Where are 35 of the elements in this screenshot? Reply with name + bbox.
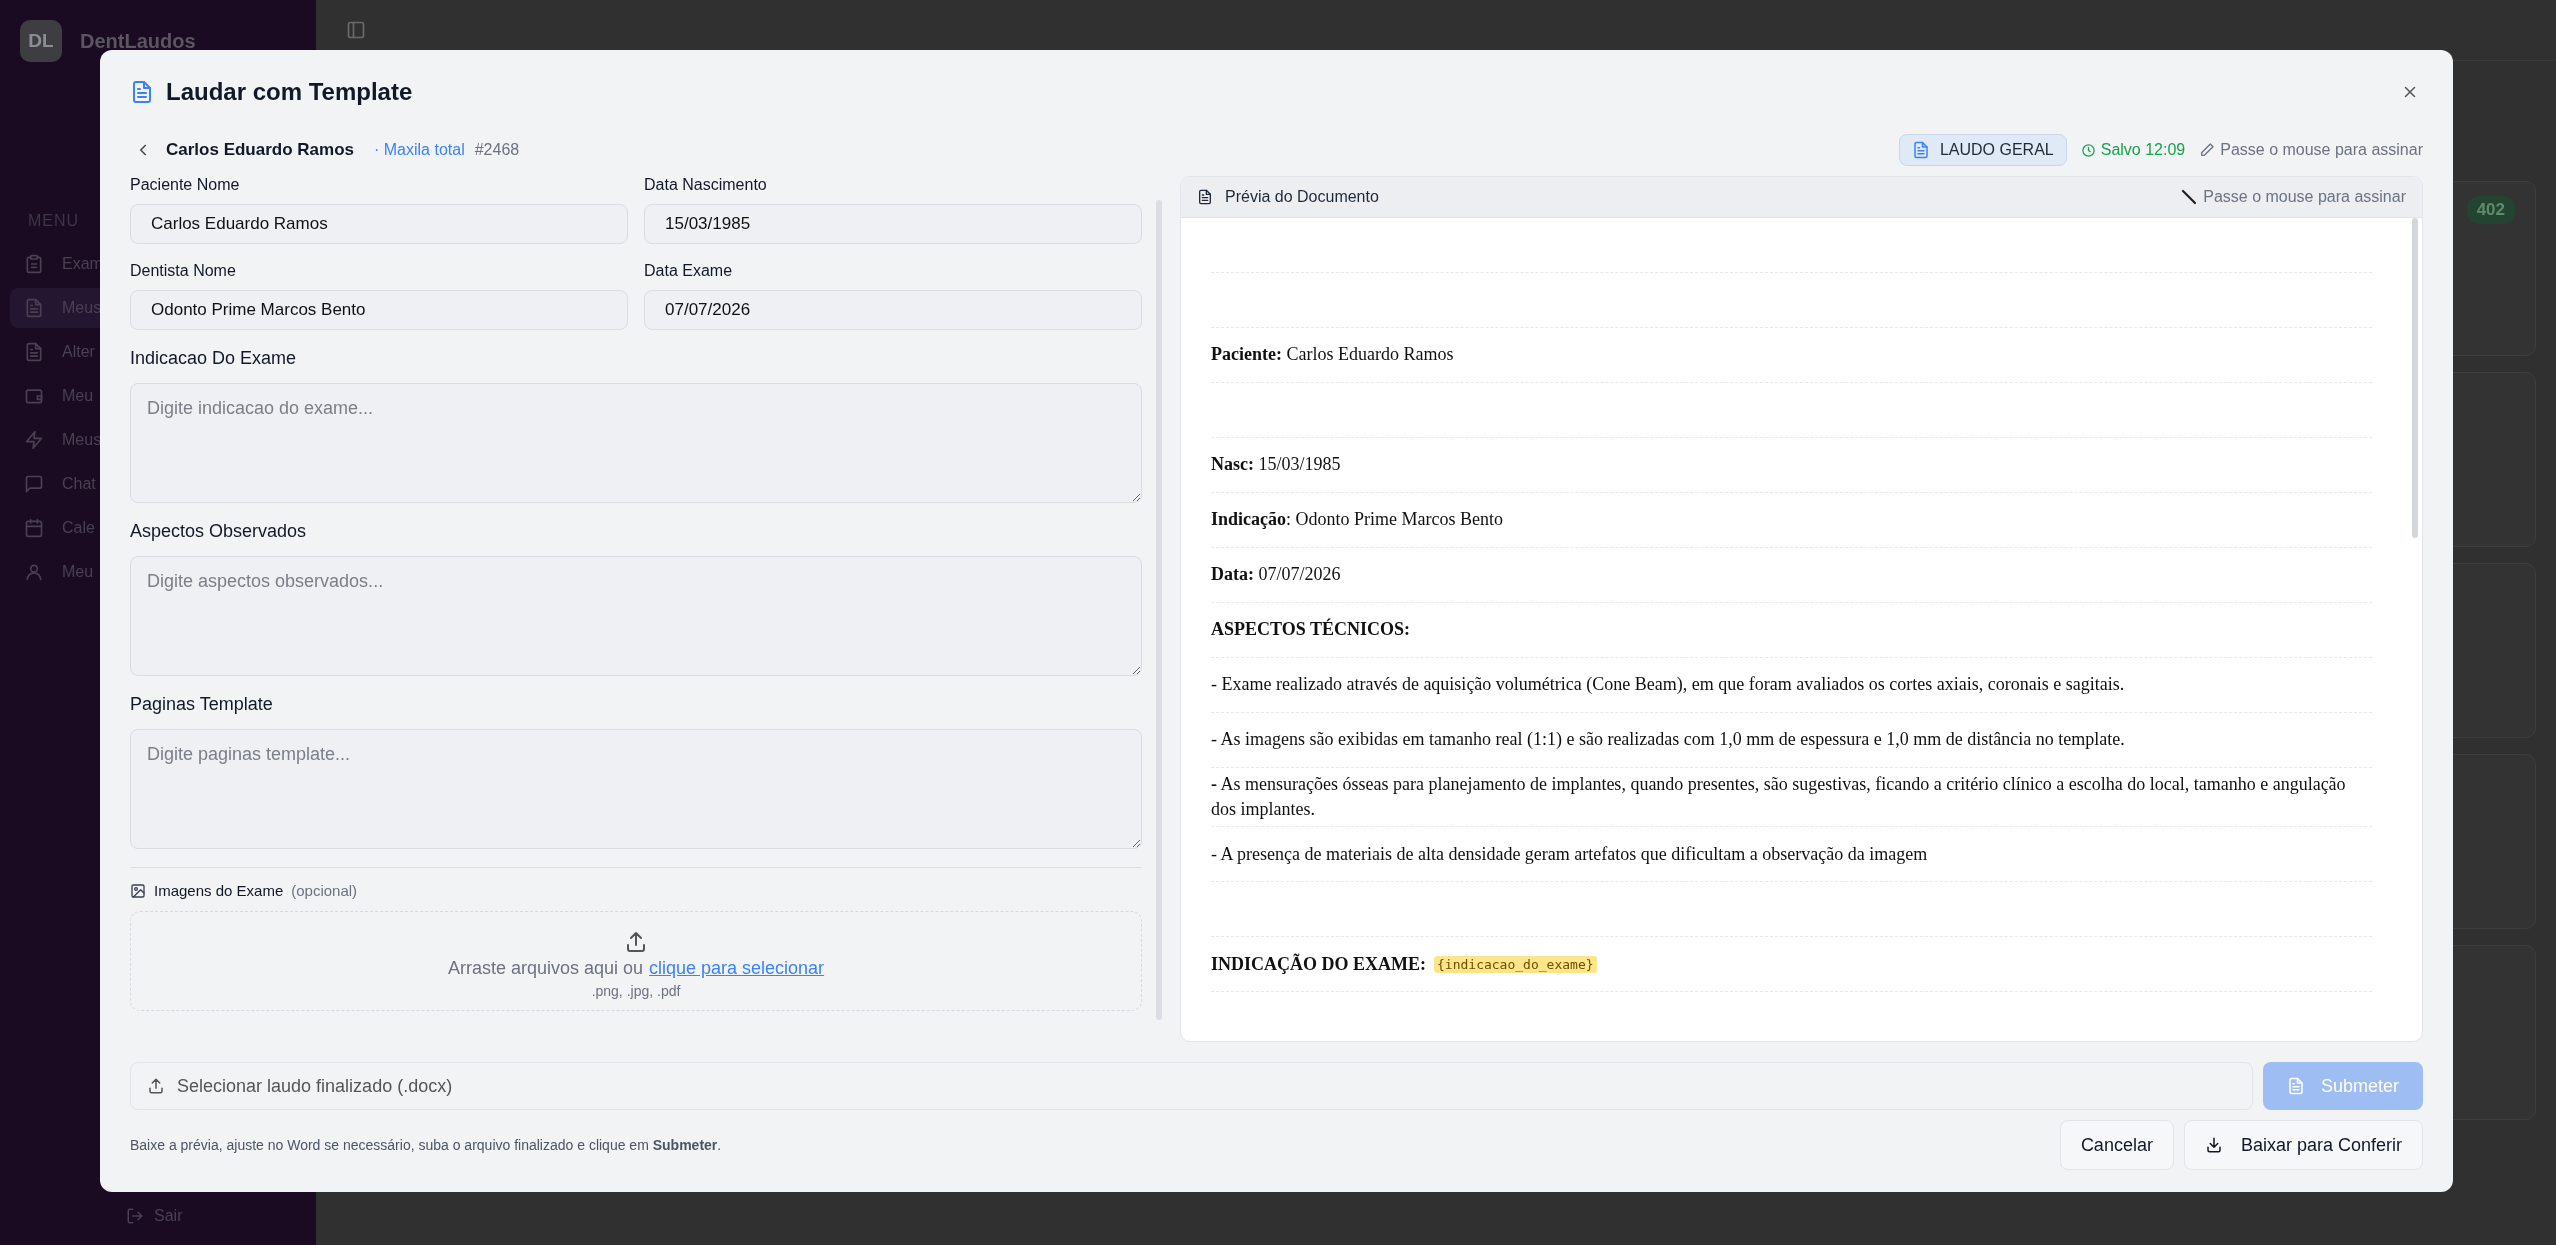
template-variable-tag: {indicacao_do_exame}	[1434, 955, 1597, 973]
instructions-text: Baixe a prévia, ajuste no Word se necessário, suba o arquivo finalizado e clique em Submeter.	[130, 1137, 722, 1153]
template-badge: LAUDO GERAL	[1898, 134, 2067, 166]
preview-title: Prévia do Documento	[1225, 188, 1379, 206]
field-label: Indicacao Do Exame	[130, 348, 298, 369]
document-paragraph: Data: 07/07/2026	[1211, 563, 1341, 587]
document-paragraph: Indicação: Odonto Prime Marcos Bento	[1211, 508, 1503, 532]
patient-name: Carlos Eduardo Ramos	[166, 140, 354, 160]
document-paragraph: Nasc: 15/03/1985	[1211, 453, 1341, 477]
field-label: Paginas Template	[130, 694, 274, 715]
accepted-formats: .png, .jpg, .pdf	[591, 983, 681, 999]
document-paragraph: - Exame realizado através de aquisição volumétrica (Cone Beam), em que foram avaliados os cortes axiais, coronais e sagitais.	[1211, 673, 2125, 697]
document-paragraph: - As imagens são exibidas em tamanho real (1:1) e são realizadas com 1,0 mm de espessura e 1,0 mm de distância no template.	[1211, 728, 2125, 752]
document-paragraph: - A presença de materiais de alta densidade geram artefatos que dificultam a observação da imagem	[1211, 842, 1928, 866]
exam-type: · Maxila total	[374, 141, 465, 159]
drop-instruction: Arraste arquivos aqui ou	[447, 958, 643, 979]
app-logo: DL	[20, 20, 62, 62]
app-name: DentLaudos	[80, 29, 196, 53]
dialog-title: Laudar com Template	[166, 78, 413, 106]
sign-hint: Passe o mouse para assinar	[2203, 188, 2406, 206]
field-label: Dentista Nome	[130, 262, 237, 280]
field-label: Data Nascimento	[644, 176, 768, 194]
section-label: Imagens do Exame	[154, 882, 284, 899]
optional-note: (opcional)	[291, 882, 358, 899]
field-label: Paciente Nome	[130, 176, 241, 194]
section-heading: INDICAÇÃO DO EXAME:	[1211, 952, 1426, 976]
saved-status: Salvo 12:09	[2100, 141, 2186, 159]
section-heading: ASPECTOS TÉCNICOS:	[1211, 617, 1410, 642]
field-label: Data Exame	[644, 262, 734, 280]
exam-id: #2468	[474, 141, 520, 159]
document-paragraph: - As mensurações ósseas para planejamento de implantes, quando presentes, são sugestivas, ficando a critério clínico a escolha do local, tamanho e angulação dos implantes.	[1211, 773, 2347, 822]
sign-hint: Passe o mouse para assinar	[2220, 141, 2423, 159]
document-paragraph: Paciente: Carlos Eduardo Ramos	[1211, 343, 1454, 367]
count-badge: 402	[2466, 196, 2515, 224]
field-label: Aspectos Observados	[130, 521, 308, 542]
